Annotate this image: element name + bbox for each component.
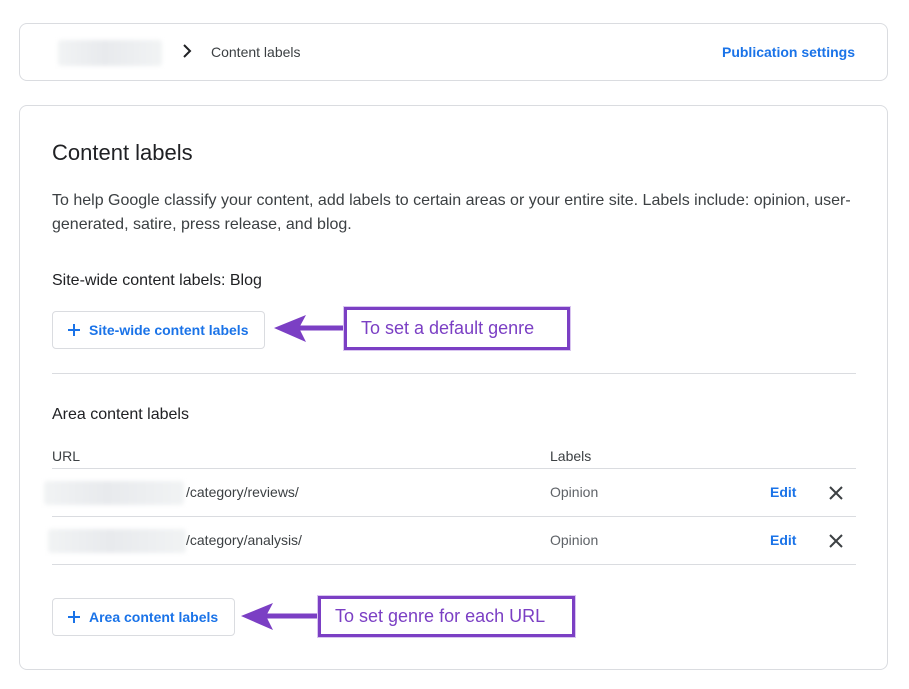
add-sitewide-labels-button[interactable]: Site-wide content labels bbox=[52, 311, 266, 349]
arrow-left-icon bbox=[274, 315, 350, 342]
sitewide-button-label: Site-wide content labels bbox=[89, 322, 249, 338]
table-row: /category/reviews/ Opinion Edit bbox=[44, 469, 856, 517]
add-area-labels-button[interactable]: Area content labels bbox=[52, 598, 236, 636]
annotation-default-genre: To set a default genre bbox=[344, 307, 570, 350]
domain-redacted bbox=[48, 529, 186, 553]
edit-button[interactable]: Edit bbox=[770, 532, 796, 548]
plus-icon bbox=[68, 324, 80, 336]
annotation-each-url: To set genre for each URL bbox=[318, 596, 575, 637]
publication-settings-link[interactable]: Publication settings bbox=[722, 44, 855, 60]
page-title: Content labels bbox=[52, 140, 193, 165]
content-labels-card: Content labels To help Google classify y… bbox=[19, 105, 888, 670]
area-heading: Area content labels bbox=[52, 406, 189, 423]
site-name-redacted bbox=[58, 40, 162, 66]
column-url: URL bbox=[52, 448, 81, 464]
row-label: Opinion bbox=[550, 532, 599, 548]
close-icon[interactable] bbox=[827, 484, 845, 502]
close-icon[interactable] bbox=[827, 532, 845, 550]
row-url: /category/reviews/ bbox=[186, 484, 299, 500]
plus-icon bbox=[68, 611, 80, 623]
row-label: Opinion bbox=[550, 484, 599, 500]
row-divider bbox=[52, 564, 856, 565]
edit-button[interactable]: Edit bbox=[770, 484, 796, 500]
column-labels: Labels bbox=[550, 448, 592, 464]
arrow-left-icon bbox=[241, 603, 323, 630]
section-divider bbox=[52, 373, 856, 374]
domain-redacted bbox=[44, 481, 184, 505]
breadcrumb-current: Content labels bbox=[211, 44, 301, 60]
chevron-right-icon bbox=[183, 44, 192, 58]
breadcrumb-bar: Content labels Publication settings bbox=[19, 23, 888, 81]
page-description: To help Google classify your content, ad… bbox=[52, 192, 851, 233]
row-url: /category/analysis/ bbox=[186, 532, 302, 548]
table-row: /category/analysis/ Opinion Edit bbox=[48, 517, 856, 565]
sitewide-heading: Site-wide content labels: Blog bbox=[52, 272, 262, 289]
area-button-label: Area content labels bbox=[89, 609, 219, 625]
